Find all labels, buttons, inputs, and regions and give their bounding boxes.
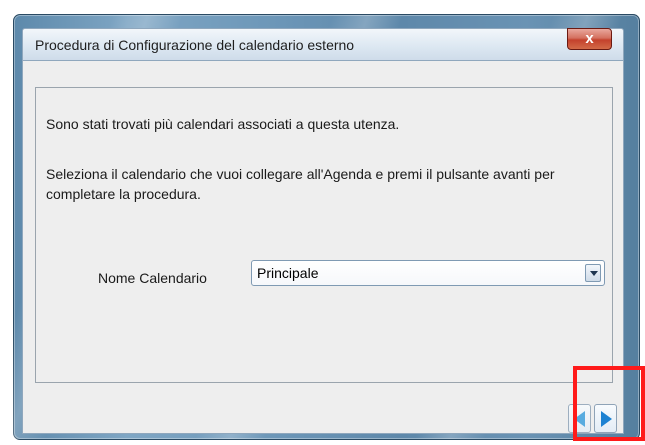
dialog-content: Sono stati trovati più calendari associa… — [22, 61, 624, 434]
highlight-box — [573, 366, 645, 441]
close-button[interactable]: x — [567, 28, 612, 50]
calendar-name-label: Nome Calendario — [98, 270, 207, 286]
instructions-message: Seleziona il calendario che vuoi collega… — [46, 166, 555, 202]
chevron-down-icon[interactable] — [585, 264, 601, 282]
calendar-name-select[interactable]: Principale — [251, 260, 605, 286]
dialog-window: Procedura di Configurazione del calendar… — [0, 14, 640, 440]
content-panel: Sono stati trovati più calendari associa… — [35, 87, 613, 383]
window-title: Procedura di Configurazione del calendar… — [35, 37, 355, 53]
calendar-name-value: Principale — [257, 265, 319, 281]
title-bar[interactable]: Procedura di Configurazione del calendar… — [22, 28, 624, 61]
found-calendars-message: Sono stati trovati più calendari associa… — [46, 116, 400, 132]
